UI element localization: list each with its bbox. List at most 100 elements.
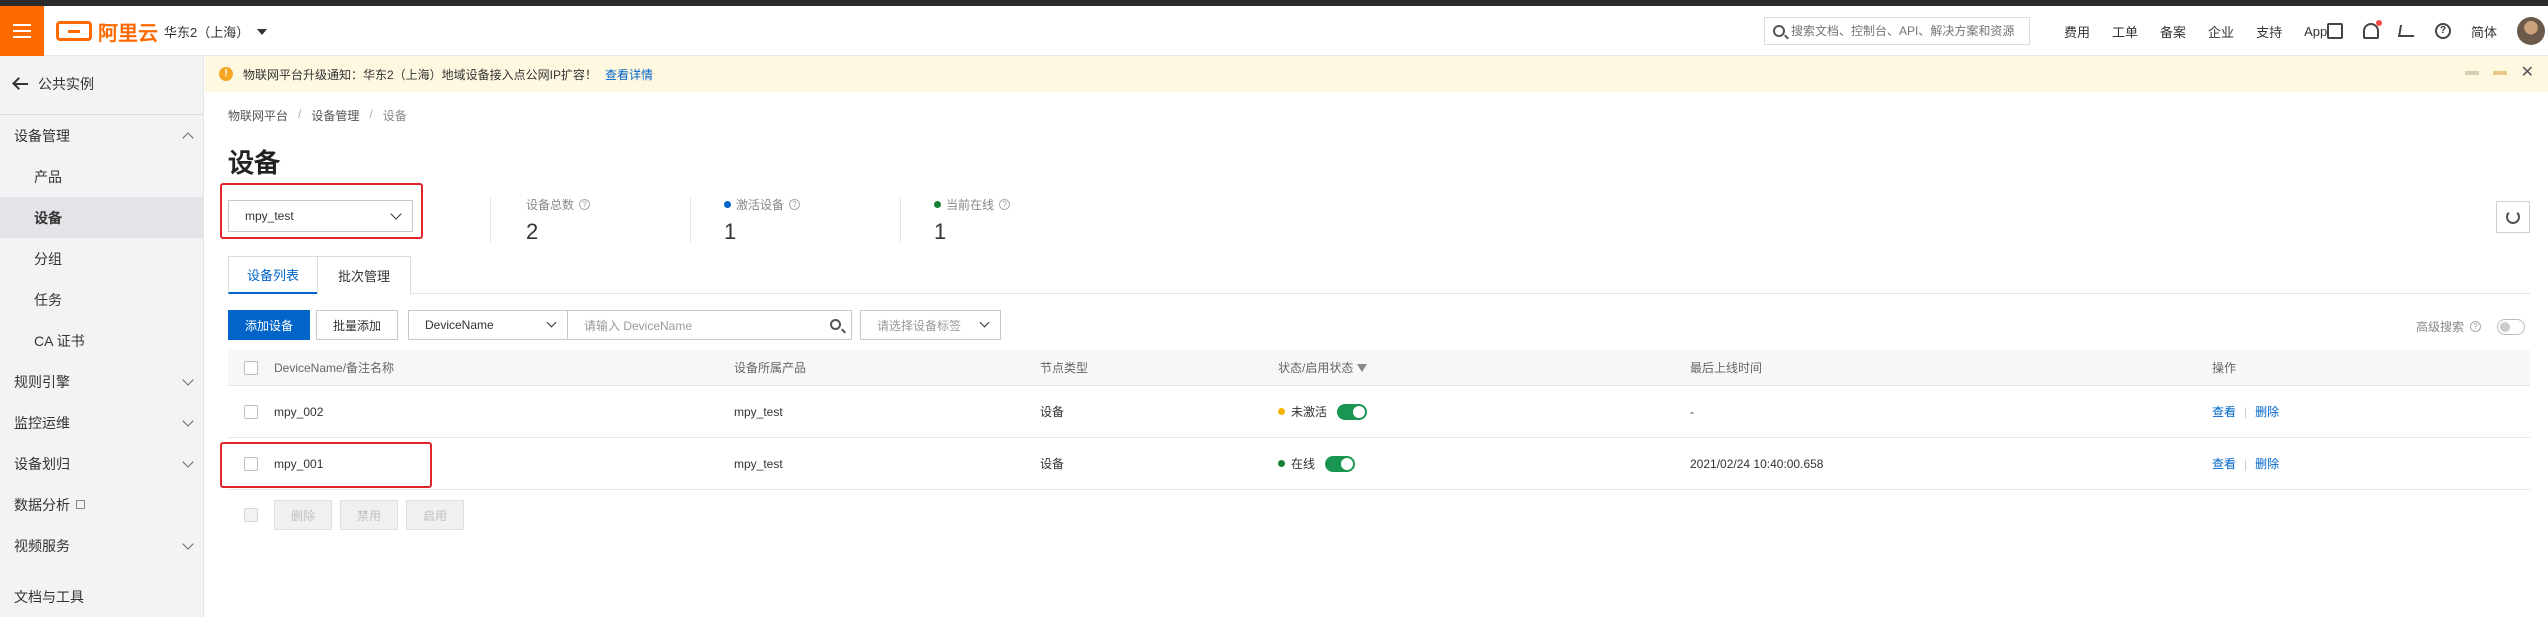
delete-link[interactable]: 删除 — [2255, 403, 2279, 420]
external-link-icon — [76, 500, 85, 509]
tab-device-list[interactable]: 设备列表 — [228, 256, 318, 294]
batch-add-button[interactable]: 批量添加 — [316, 310, 398, 340]
sidebar-item-device-assignment[interactable]: 设备划归 — [0, 443, 204, 484]
sidebar-item-device-management[interactable]: 设备管理 — [0, 115, 204, 156]
top-link-enterprise[interactable]: 企业 — [2208, 22, 2234, 41]
sidebar-item-label: 文档与工具 — [14, 588, 84, 605]
advanced-search-toggle[interactable] — [2497, 318, 2526, 335]
help-icon[interactable]: ? — [579, 199, 591, 210]
top-navigation-bar: 阿里云 华东2（上海） 费用 工单 备案 企业 支持 App ? 简体 — [0, 6, 2548, 56]
global-search-input[interactable] — [1791, 24, 2021, 38]
notice-prev-icon[interactable] — [2464, 71, 2479, 75]
refresh-icon — [2506, 210, 2520, 224]
stat-divider — [690, 198, 691, 242]
device-product[interactable]: mpy_test — [734, 386, 783, 437]
search-icon[interactable] — [830, 319, 841, 330]
search-field-select[interactable]: DeviceName — [408, 310, 568, 340]
device-name-search-input[interactable]: 请输入 DeviceName — [567, 310, 852, 340]
language-switch[interactable]: 简体 — [2471, 22, 2497, 41]
sidebar-item-docs-tools[interactable]: 文档与工具 — [0, 576, 204, 617]
help-icon[interactable]: ? — [789, 199, 801, 210]
row-checkbox[interactable] — [244, 404, 258, 419]
sidebar-item-label: 视频服务 — [14, 537, 70, 554]
cart-icon[interactable] — [2397, 25, 2417, 37]
stat-activated-value: 1 — [724, 219, 737, 244]
chevron-up-icon — [182, 132, 194, 144]
caret-down-icon — [257, 28, 268, 35]
bulk-select-checkbox[interactable] — [244, 508, 258, 522]
bulk-disable-button[interactable]: 禁用 — [340, 500, 398, 530]
top-link-fees[interactable]: 费用 — [2064, 22, 2090, 41]
table-header: DeviceName/备注名称 设备所属产品 节点类型 状态/启用状态 最后上线… — [228, 350, 2530, 386]
notice-next-icon[interactable] — [2492, 71, 2507, 75]
enable-toggle[interactable] — [1325, 455, 1356, 472]
sidebar-item-label: 数据分析 — [14, 496, 70, 513]
tab-batch-management[interactable]: 批次管理 — [317, 256, 411, 294]
top-link-icp[interactable]: 备案 — [2160, 22, 2186, 41]
device-status-cell: 未激活 — [1278, 386, 1368, 437]
delete-link[interactable]: 删除 — [2255, 455, 2279, 472]
help-icon[interactable]: ? — [999, 199, 1011, 210]
tag-select-placeholder: 请选择设备标签 — [877, 318, 962, 333]
notice-controls: ✕ — [2464, 65, 2534, 81]
sidebar-item-video-service[interactable]: 视频服务 — [0, 525, 204, 566]
hamburger-menu-icon[interactable] — [0, 6, 44, 56]
bulk-enable-button[interactable]: 启用 — [406, 500, 464, 530]
view-link[interactable]: 查看 — [2212, 403, 2236, 420]
filter-icon[interactable] — [1357, 363, 1368, 372]
notice-banner: ! 物联网平台升级通知：华东2（上海）地域设备接入点公网IP扩容！ 查看详情 ✕ — [205, 56, 2548, 92]
top-icons: ? 简体 — [2327, 6, 2546, 56]
sidebar-item-label: 监控运维 — [14, 414, 70, 431]
sidebar-item-label: 分组 — [34, 250, 62, 267]
global-search[interactable] — [1764, 17, 2030, 45]
terminal-icon[interactable] — [2327, 23, 2343, 39]
notification-bell-icon[interactable] — [2363, 20, 2382, 39]
aliyun-logo[interactable]: 阿里云 — [56, 18, 158, 45]
sidebar-item-label: 任务 — [34, 291, 62, 308]
back-label: 公共实例 — [38, 76, 94, 92]
sidebar-item-label: 设备管理 — [14, 127, 70, 144]
breadcrumb-iot-platform[interactable]: 物联网平台 — [228, 107, 288, 124]
sidebar-item-rule-engine[interactable]: 规则引擎 — [0, 361, 204, 402]
enable-toggle[interactable] — [1337, 403, 1368, 420]
column-header-status: 状态/启用状态 — [1278, 350, 1368, 385]
stat-total-devices: 设备总数 ? 2 — [526, 196, 591, 245]
device-product[interactable]: mpy_test — [734, 438, 783, 489]
status-dot-icon — [1278, 460, 1285, 467]
refresh-button[interactable] — [2496, 201, 2530, 233]
help-icon[interactable]: ? — [2470, 321, 2482, 332]
add-device-button[interactable]: 添加设备 — [228, 310, 310, 340]
sidebar-item-monitoring[interactable]: 监控运维 — [0, 402, 204, 443]
sidebar-item-devices[interactable]: 设备 — [0, 197, 204, 238]
chevron-down-icon — [546, 317, 557, 328]
warning-icon: ! — [219, 67, 233, 81]
help-icon[interactable]: ? — [2435, 23, 2451, 39]
sidebar-item-tasks[interactable]: 任务 — [0, 279, 204, 320]
region-selector[interactable]: 华东2（上海） — [164, 22, 268, 41]
top-link-tickets[interactable]: 工单 — [2112, 22, 2138, 41]
breadcrumb-separator: / — [298, 107, 302, 121]
device-name: mpy_002 — [274, 404, 324, 419]
close-icon[interactable]: ✕ — [2521, 65, 2534, 81]
user-avatar[interactable] — [2517, 17, 2546, 45]
bulk-delete-button[interactable]: 删除 — [274, 500, 332, 530]
table-row: mpy_002 mpy_test 设备 未激活 - 查看 | 删除 — [228, 386, 2530, 438]
breadcrumb-device-management[interactable]: 设备管理 — [311, 107, 359, 124]
device-tag-select[interactable]: 请选择设备标签 — [860, 310, 1001, 340]
device-node-type: 设备 — [1040, 405, 1065, 419]
top-link-support[interactable]: 支持 — [2256, 22, 2282, 41]
sidebar-item-label: 规则引擎 — [14, 373, 70, 390]
sidebar-item-ca-certificate[interactable]: CA 证书 — [0, 320, 204, 361]
notice-details-link[interactable]: 查看详情 — [605, 66, 653, 83]
row-actions: 查看 | 删除 — [2212, 386, 2279, 437]
sidebar-item-data-analysis[interactable]: 数据分析 — [0, 484, 204, 525]
sidebar-item-products[interactable]: 产品 — [0, 156, 204, 197]
back-to-instances[interactable]: 公共实例 — [14, 74, 94, 94]
select-all-checkbox[interactable] — [244, 360, 258, 375]
view-link[interactable]: 查看 — [2212, 455, 2236, 472]
stat-activated-label: 激活设备 — [736, 198, 785, 212]
highlight-box-product-select — [220, 183, 423, 239]
top-link-app[interactable]: App — [2304, 24, 2327, 39]
sidebar-item-groups[interactable]: 分组 — [0, 238, 204, 279]
column-header-device-name: DeviceName/备注名称 — [274, 361, 395, 375]
